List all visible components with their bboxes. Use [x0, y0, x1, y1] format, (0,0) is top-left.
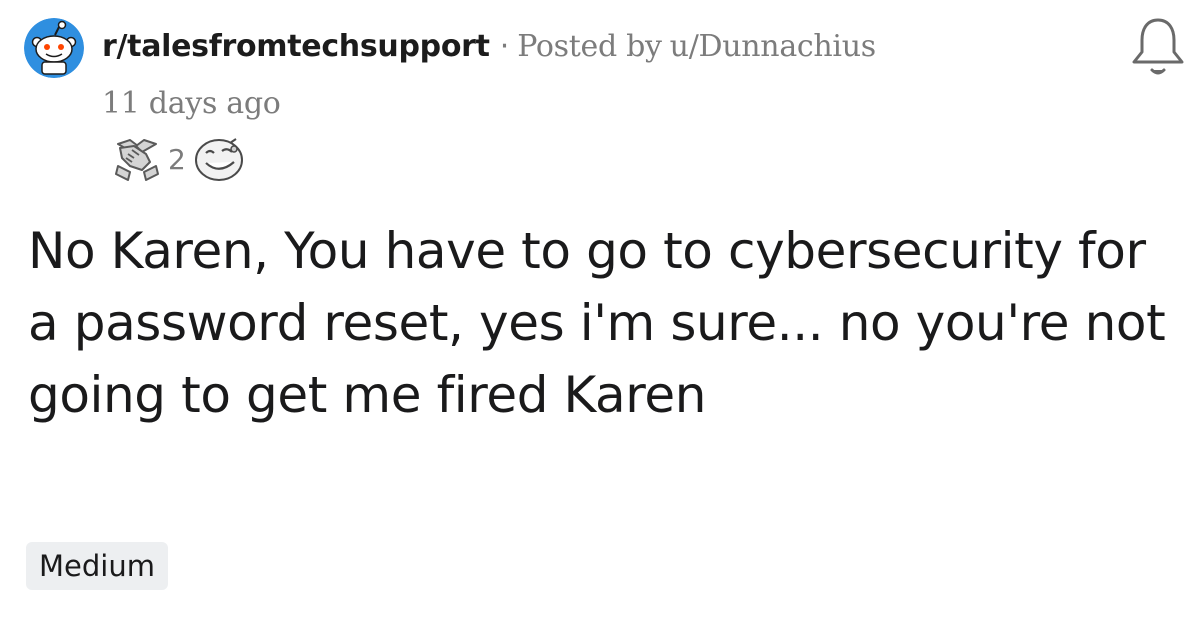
award-count: 2: [168, 142, 186, 176]
posted-by-label: Posted by: [517, 28, 662, 64]
handshake-award-icon: [115, 139, 159, 181]
post-timestamp[interactable]: 11 days ago: [102, 84, 281, 124]
post-card: r/talesfromtechsupport · Posted by u/Dun…: [0, 0, 1200, 630]
post-title[interactable]: No Karen, You have to go to cybersecurit…: [28, 215, 1178, 431]
bell-icon: [1132, 18, 1184, 75]
meta-separator: ·: [499, 28, 510, 64]
author-link[interactable]: u/Dunnachius: [670, 29, 876, 64]
notification-bell-button[interactable]: [1128, 14, 1188, 80]
subreddit-avatar[interactable]: [24, 18, 84, 78]
post-flair[interactable]: Medium: [26, 542, 168, 590]
awards-row[interactable]: 2: [112, 134, 246, 184]
snoo-icon: [24, 18, 84, 78]
smiley-award-icon: [194, 138, 243, 181]
post-meta: r/talesfromtechsupport · Posted by u/Dun…: [102, 26, 876, 66]
subreddit-link[interactable]: r/talesfromtechsupport: [102, 29, 490, 64]
